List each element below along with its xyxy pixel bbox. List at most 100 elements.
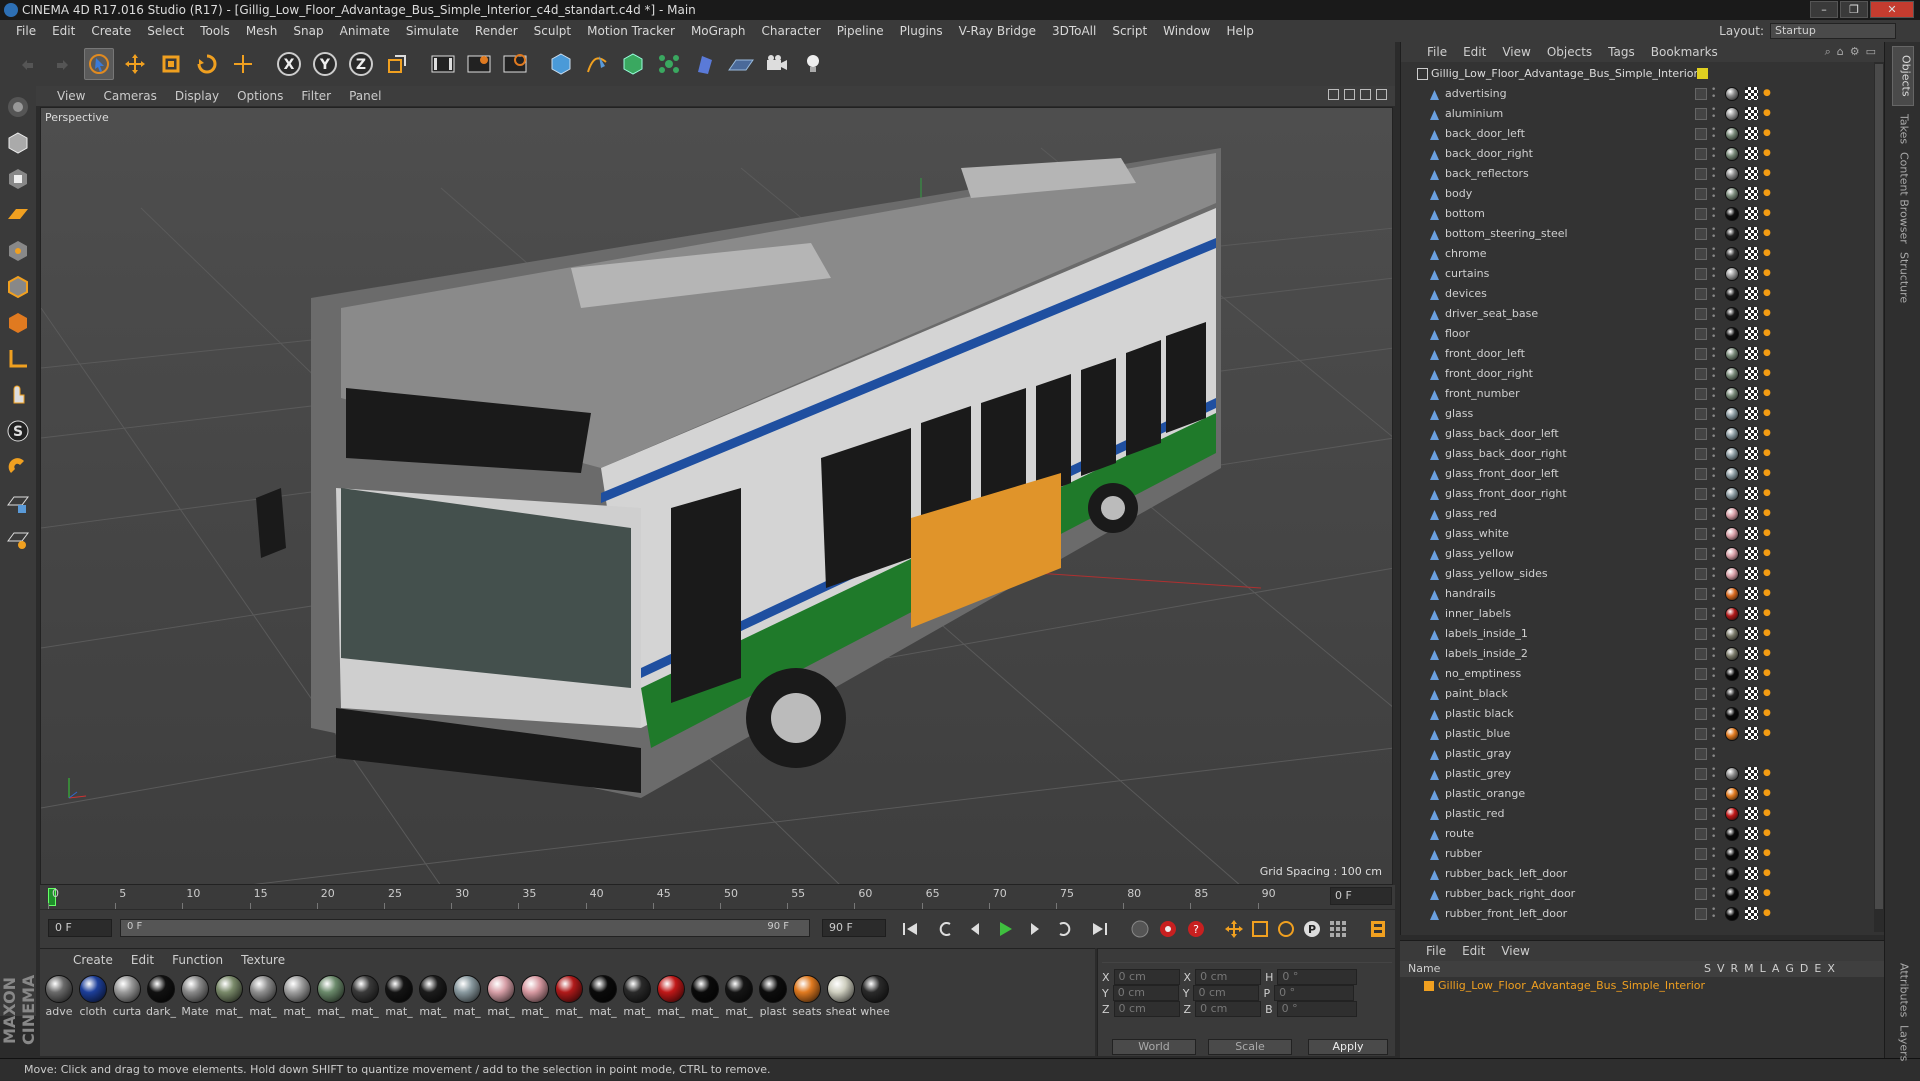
texture-tag-icon[interactable]	[1745, 427, 1758, 440]
texture-tag-icon[interactable]	[1745, 347, 1758, 360]
visibility-toggle[interactable]	[1695, 348, 1707, 360]
visibility-toggle[interactable]	[1695, 108, 1707, 120]
menu-item-create[interactable]: Create	[83, 24, 139, 38]
visibility-toggle[interactable]	[1695, 848, 1707, 860]
render-visibility-dots[interactable]: • •	[1711, 666, 1716, 682]
coord-size-field[interactable]: 0 cm	[1195, 969, 1262, 985]
selection-tag-icon[interactable]: ●	[1763, 229, 1771, 238]
object-row[interactable]: glass_back_door_left • • ●	[1401, 424, 1885, 444]
rotate-icon[interactable]	[192, 48, 222, 80]
material-swatch[interactable]: cloth	[76, 975, 110, 1018]
scale-icon[interactable]	[156, 48, 186, 80]
render-visibility-dots[interactable]: • •	[1711, 646, 1716, 662]
deformer-icon[interactable]	[690, 48, 720, 80]
selection-tag-icon[interactable]: ●	[1763, 149, 1771, 158]
selection-tag-icon[interactable]: ●	[1763, 469, 1771, 478]
selection-tag-icon[interactable]: ●	[1763, 809, 1771, 818]
material-swatch[interactable]: mat_	[518, 975, 552, 1018]
visibility-toggle[interactable]	[1695, 648, 1707, 660]
object-row[interactable]: handrails • • ●	[1401, 584, 1885, 604]
previous-frame-icon[interactable]	[963, 917, 987, 941]
material-tag-icon[interactable]	[1725, 627, 1739, 641]
selection-tag-icon[interactable]: ●	[1763, 409, 1771, 418]
light-icon[interactable]	[798, 48, 828, 80]
x-axis-icon[interactable]: X	[274, 48, 304, 80]
material-tag-icon[interactable]	[1725, 427, 1739, 441]
visibility-toggle[interactable]	[1695, 588, 1707, 600]
coord-rotation-field[interactable]: 0 °	[1277, 969, 1358, 985]
material-swatch[interactable]: mat_	[552, 975, 586, 1018]
object-root-row[interactable]: Gillig_Low_Floor_Advantage_Bus_Simple_In…	[1401, 64, 1885, 84]
render-visibility-dots[interactable]: • •	[1711, 546, 1716, 562]
texture-tag-icon[interactable]	[1745, 607, 1758, 620]
polygons-mode-icon[interactable]	[3, 308, 33, 338]
material-tag-icon[interactable]	[1725, 687, 1739, 701]
key-move-icon[interactable]	[1222, 917, 1246, 941]
maximize-button[interactable]: ❐	[1840, 1, 1868, 18]
object-row[interactable]: rubber • • ●	[1401, 844, 1885, 864]
viewport-menu-options[interactable]: Options	[228, 89, 292, 103]
redo-icon[interactable]	[48, 48, 78, 80]
3d-viewport[interactable]: Perspective Grid Spacing : 100 cm	[40, 107, 1393, 885]
object-menu-file[interactable]: File	[1419, 45, 1455, 59]
next-frame-icon[interactable]	[1023, 917, 1047, 941]
selection-tag-icon[interactable]: ●	[1763, 329, 1771, 338]
viewport-menu-panel[interactable]: Panel	[340, 89, 390, 103]
material-swatch[interactable]: seats	[790, 975, 824, 1018]
visibility-toggle[interactable]	[1695, 168, 1707, 180]
texture-tag-icon[interactable]	[1745, 467, 1758, 480]
texture-tag-icon[interactable]	[1745, 87, 1758, 100]
object-row[interactable]: front_door_left • • ●	[1401, 344, 1885, 364]
material-tag-icon[interactable]	[1725, 827, 1739, 841]
render-visibility-dots[interactable]: • •	[1711, 626, 1716, 642]
selection-tag-icon[interactable]: ●	[1763, 689, 1771, 698]
coord-size-dropdown[interactable]: Scale	[1208, 1039, 1292, 1055]
material-tag-icon[interactable]	[1725, 127, 1739, 141]
menu-item-script[interactable]: Script	[1104, 24, 1155, 38]
points-mode-icon[interactable]	[3, 236, 33, 266]
visibility-toggle[interactable]	[1695, 808, 1707, 820]
visibility-toggle[interactable]	[1695, 408, 1707, 420]
pen-icon[interactable]	[582, 48, 612, 80]
new-window-icon[interactable]: ▭	[1866, 45, 1876, 59]
texture-tag-icon[interactable]	[1745, 527, 1758, 540]
visibility-toggle[interactable]	[1695, 568, 1707, 580]
maximize-viewport-icon[interactable]	[1376, 89, 1387, 100]
visibility-toggle[interactable]	[1695, 688, 1707, 700]
object-row[interactable]: glass_front_door_right • • ●	[1401, 484, 1885, 504]
axis-icon[interactable]	[3, 344, 33, 374]
render-visibility-dots[interactable]: • •	[1711, 466, 1716, 482]
material-swatch[interactable]: mat_	[416, 975, 450, 1018]
texture-tag-icon[interactable]	[1745, 887, 1758, 900]
selection-tag-icon[interactable]: ●	[1763, 769, 1771, 778]
visibility-toggle[interactable]	[1695, 208, 1707, 220]
make-editable-icon[interactable]	[3, 92, 33, 122]
selection-tag-icon[interactable]: ●	[1763, 849, 1771, 858]
render-visibility-dots[interactable]: • •	[1711, 226, 1716, 242]
render-visibility-dots[interactable]: • •	[1711, 566, 1716, 582]
snap-icon[interactable]: S	[3, 416, 33, 446]
selection-tag-icon[interactable]: ●	[1763, 389, 1771, 398]
floor-icon[interactable]	[726, 48, 756, 80]
texture-tag-icon[interactable]	[1745, 447, 1758, 460]
material-swatch[interactable]: mat_	[212, 975, 246, 1018]
edges-mode-icon[interactable]	[3, 272, 33, 302]
selection-tag-icon[interactable]: ●	[1763, 349, 1771, 358]
material-swatch[interactable]: mat_	[586, 975, 620, 1018]
material-tag-icon[interactable]	[1725, 887, 1739, 901]
camera-icon[interactable]	[762, 48, 792, 80]
material-tag-icon[interactable]	[1725, 727, 1739, 741]
texture-tag-icon[interactable]	[1745, 727, 1758, 740]
undo-icon[interactable]	[12, 48, 42, 80]
texture-tag-icon[interactable]	[1745, 227, 1758, 240]
material-tag-icon[interactable]	[1725, 87, 1739, 101]
texture-tag-icon[interactable]	[1745, 207, 1758, 220]
selection-tag-icon[interactable]: ●	[1763, 529, 1771, 538]
render-visibility-dots[interactable]: • •	[1711, 366, 1716, 382]
selection-tag-icon[interactable]: ●	[1763, 589, 1771, 598]
key-param-icon[interactable]: P	[1300, 917, 1324, 941]
render-view-icon[interactable]	[428, 48, 458, 80]
texture-tag-icon[interactable]	[1745, 267, 1758, 280]
side-tab-takes[interactable]: Takes	[1895, 114, 1911, 144]
object-row[interactable]: curtains • • ●	[1401, 264, 1885, 284]
